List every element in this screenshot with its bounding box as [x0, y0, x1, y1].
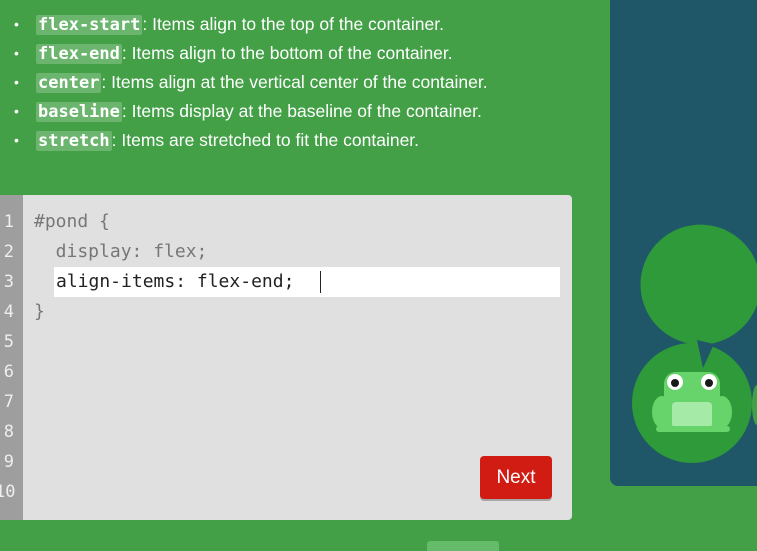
line-number: 1	[3, 212, 14, 232]
instruction-text: : Items align at the vertical center of …	[101, 72, 488, 92]
list-item: • flex-start: Items align to the top of t…	[14, 14, 444, 35]
instructions: • flex-start: Items align to the top of t…	[0, 10, 600, 155]
text-caret	[320, 271, 321, 293]
code-line-selector: #pond {	[34, 211, 110, 232]
next-button[interactable]: Next	[480, 456, 552, 499]
instruction-text: : Items display at the baseline of the c…	[121, 101, 482, 121]
css-code-input[interactable]	[54, 267, 560, 297]
partial-lilypad	[752, 385, 757, 425]
instruction-list: • flex-start: Items align to the top of t…	[0, 10, 600, 155]
line-number: 9	[3, 452, 14, 472]
line-number: 10	[0, 482, 16, 502]
code-keyword: stretch	[36, 131, 112, 151]
code-line-display: display: flex;	[34, 241, 208, 262]
line-number: 8	[3, 422, 14, 442]
code-keyword: flex-end	[36, 44, 122, 64]
list-item: • baseline: Items display at the baseline…	[14, 101, 482, 122]
list-item: • stretch: Items are stretched to fit the…	[14, 130, 420, 151]
line-number: 2	[3, 242, 14, 262]
line-number: 3	[3, 272, 14, 292]
line-number: 4	[3, 302, 14, 322]
code-keyword: center	[36, 73, 102, 93]
code-keyword: flex-start	[36, 15, 143, 35]
line-number: 6	[3, 362, 14, 382]
instruction-text: : Items are stretched to fit the contain…	[111, 130, 420, 150]
instruction-text: : Items align to the bottom of the conta…	[121, 43, 453, 63]
list-item: • center: Items align at the vertical cen…	[14, 72, 488, 93]
bottom-tab[interactable]	[427, 541, 499, 551]
line-number-gutter: 1 2 3 4 5 6 7 8 9 10	[0, 195, 23, 520]
line-number: 7	[3, 392, 14, 412]
list-item: • flex-end: Items align to the bottom of …	[14, 43, 453, 64]
code-line-closing-brace: }	[34, 301, 45, 322]
code-editor: 1 2 3 4 5 6 7 8 9 10 #pond { display: fl…	[0, 195, 572, 520]
line-number: 5	[3, 332, 14, 352]
code-keyword: baseline	[36, 102, 122, 122]
instruction-text: : Items align to the top of the containe…	[142, 14, 444, 34]
pond	[610, 0, 757, 486]
lilypad-frog-graphic	[632, 224, 757, 463]
